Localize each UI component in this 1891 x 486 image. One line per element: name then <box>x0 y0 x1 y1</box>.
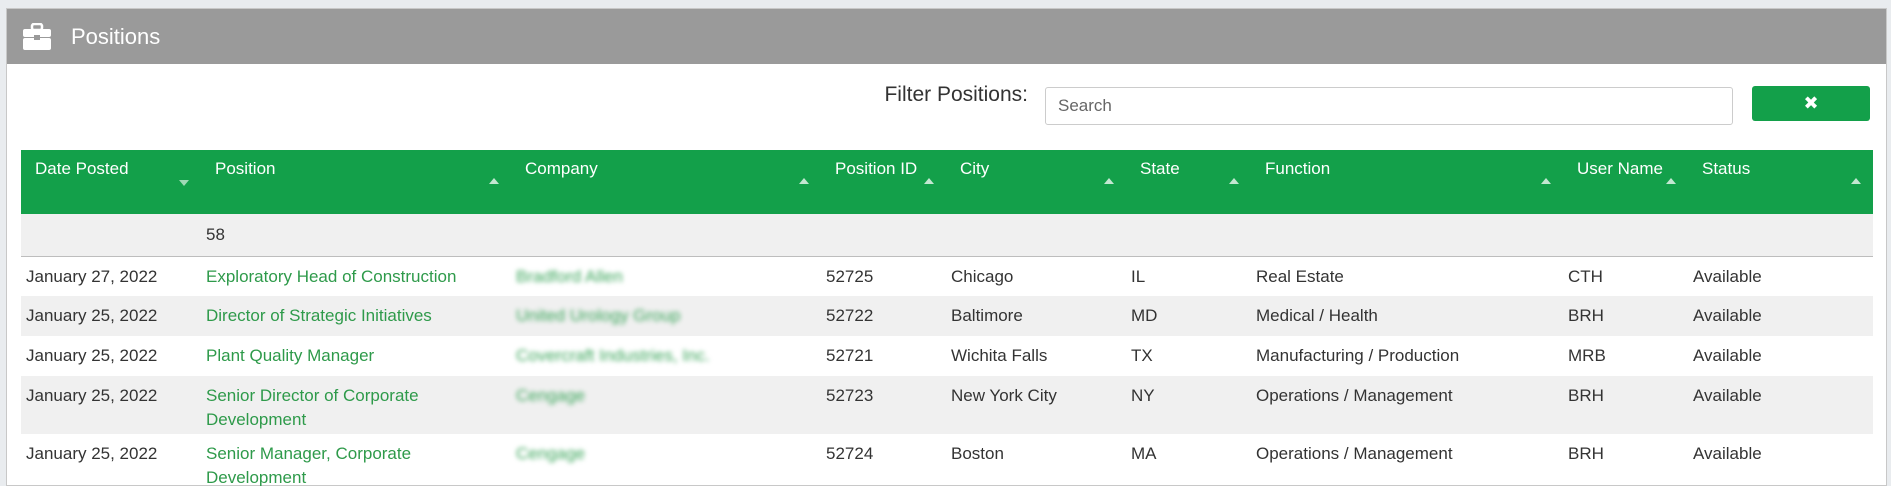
city: Boston <box>951 444 1004 463</box>
column-header-position-id[interactable]: Position ID <box>821 150 946 214</box>
company-link[interactable]: Cengage <box>516 444 585 463</box>
user-name: BRH <box>1563 376 1688 434</box>
panel-header: Positions <box>7 9 1886 64</box>
column-header-date-posted[interactable]: Date Posted <box>21 150 201 214</box>
function: Medical / Health <box>1251 296 1563 336</box>
column-header-status[interactable]: Status <box>1688 150 1873 214</box>
date-posted: January 25, 2022 <box>26 346 158 365</box>
column-header-company[interactable]: Company <box>511 150 821 214</box>
status: Available <box>1693 346 1762 365</box>
position-link[interactable]: Exploratory Head of Construction <box>206 267 456 286</box>
city: Wichita Falls <box>951 346 1048 365</box>
page-title: Positions <box>71 23 161 49</box>
sort-desc-icon <box>179 180 189 186</box>
function: Operations / Management <box>1251 376 1563 434</box>
user-name: MRB <box>1568 346 1606 365</box>
company-link[interactable]: Covercraft Industries, Inc. <box>516 346 710 365</box>
status: Available <box>1688 296 1873 336</box>
position-link[interactable]: Director of Strategic Initiatives <box>206 306 432 325</box>
sort-asc-icon <box>1851 178 1861 184</box>
result-count-row: 58 <box>21 214 1873 257</box>
sort-asc-icon <box>1104 178 1114 184</box>
user-name: BRH <box>1563 296 1688 336</box>
position-link[interactable]: Plant Quality Manager <box>206 346 374 365</box>
position-link[interactable]: Senior Director of Corporate Development <box>206 386 419 429</box>
state: NY <box>1126 376 1251 434</box>
status: Available <box>1693 266 1762 286</box>
close-icon: ✖ <box>1803 93 1819 114</box>
position-id: 52725 <box>826 266 874 286</box>
table-row: January 25, 2022 Director of Strategic I… <box>21 296 1873 336</box>
date-posted: January 25, 2022 <box>21 296 201 336</box>
date-posted: January 27, 2022 <box>26 266 158 286</box>
positions-panel: Positions Filter Positions: ✖ Date Poste… <box>6 8 1887 486</box>
state: MD <box>1126 296 1251 336</box>
positions-table: Date Posted Position Company Position ID… <box>21 150 1873 486</box>
clear-filter-button[interactable]: ✖ <box>1752 86 1870 121</box>
search-input[interactable] <box>1045 87 1733 125</box>
column-header-user-name[interactable]: User Name <box>1563 150 1688 214</box>
table-row: January 27, 2022 Exploratory Head of Con… <box>21 256 1873 296</box>
sort-asc-icon <box>924 178 934 184</box>
filter-label: Filter Positions: <box>884 83 1028 106</box>
table-row: January 25, 2022 Senior Director of Corp… <box>21 376 1873 434</box>
column-header-position[interactable]: Position <box>201 150 511 214</box>
table-row: January 25, 2022 Plant Quality Manager C… <box>21 336 1873 376</box>
company-link[interactable]: Cengage <box>516 386 585 405</box>
status: Available <box>1688 376 1873 434</box>
position-id: 52721 <box>826 346 874 365</box>
city: Chicago <box>951 266 1014 286</box>
column-header-city[interactable]: City <box>946 150 1126 214</box>
result-count: 58 <box>201 214 511 257</box>
state: IL <box>1131 266 1146 286</box>
position-id: 52724 <box>826 444 874 463</box>
function: Manufacturing / Production <box>1256 346 1460 365</box>
position-link[interactable]: Senior Manager, Corporate Development <box>206 444 411 486</box>
company-link[interactable]: Bradford Allen <box>516 267 623 286</box>
date-posted: January 25, 2022 <box>26 444 158 463</box>
column-header-state[interactable]: State <box>1126 150 1251 214</box>
filter-bar: Filter Positions: ✖ <box>7 64 1886 150</box>
user-name: CTH <box>1568 266 1603 286</box>
briefcase-icon <box>21 21 53 53</box>
sort-asc-icon <box>1666 178 1676 184</box>
date-posted: January 25, 2022 <box>21 376 201 434</box>
sort-asc-icon <box>799 178 809 184</box>
company-link[interactable]: United Urology Group <box>516 306 680 325</box>
city: Baltimore <box>946 296 1126 336</box>
column-header-function[interactable]: Function <box>1251 150 1563 214</box>
city: New York City <box>946 376 1126 434</box>
state: TX <box>1131 346 1153 365</box>
sort-asc-icon <box>1229 178 1239 184</box>
position-id: 52722 <box>821 296 946 336</box>
function: Operations / Management <box>1256 444 1453 463</box>
user-name: BRH <box>1568 444 1604 463</box>
table-row: January 25, 2022 Senior Manager, Corpora… <box>21 434 1873 486</box>
sort-asc-icon <box>1541 178 1551 184</box>
function: Real Estate <box>1256 266 1344 286</box>
state: MA <box>1131 444 1157 463</box>
position-id: 52723 <box>821 376 946 434</box>
status: Available <box>1693 444 1762 463</box>
sort-asc-icon <box>489 178 499 184</box>
table-header-row: Date Posted Position Company Position ID… <box>21 150 1873 214</box>
